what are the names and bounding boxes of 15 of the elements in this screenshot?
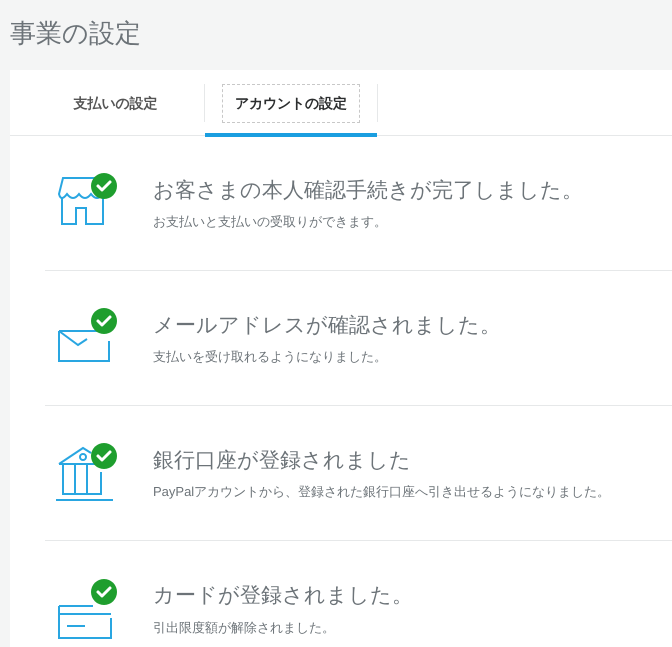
page-title: 事業の設定 (9, 17, 142, 50)
tab[interactable]: アカウントの設定 (223, 84, 359, 122)
status-description: お支払いと支払いの受取りができます。 (153, 213, 388, 231)
status-description: 支払いを受け取れるようになりました。 (153, 348, 388, 366)
status-title: 銀行口座が登録されました (153, 448, 412, 474)
credit-card-icon (58, 604, 112, 638)
envelope-icon (58, 330, 110, 362)
store-icon (58, 177, 104, 225)
bank-icon (55, 446, 114, 501)
status-description: PayPalアカウントから、登録された銀行口座へ引き出せるようになりました。 (153, 483, 610, 501)
status-title: メールアドレスが確認されました。 (153, 312, 501, 338)
status-title: カードが登録されました。 (153, 583, 413, 609)
status-title: お客さまの本人確認手続きが完了しました。 (153, 178, 583, 204)
status-description: 引出限度額が解除されました。 (153, 618, 336, 636)
tab[interactable]: 支払いの設定 (62, 84, 170, 122)
